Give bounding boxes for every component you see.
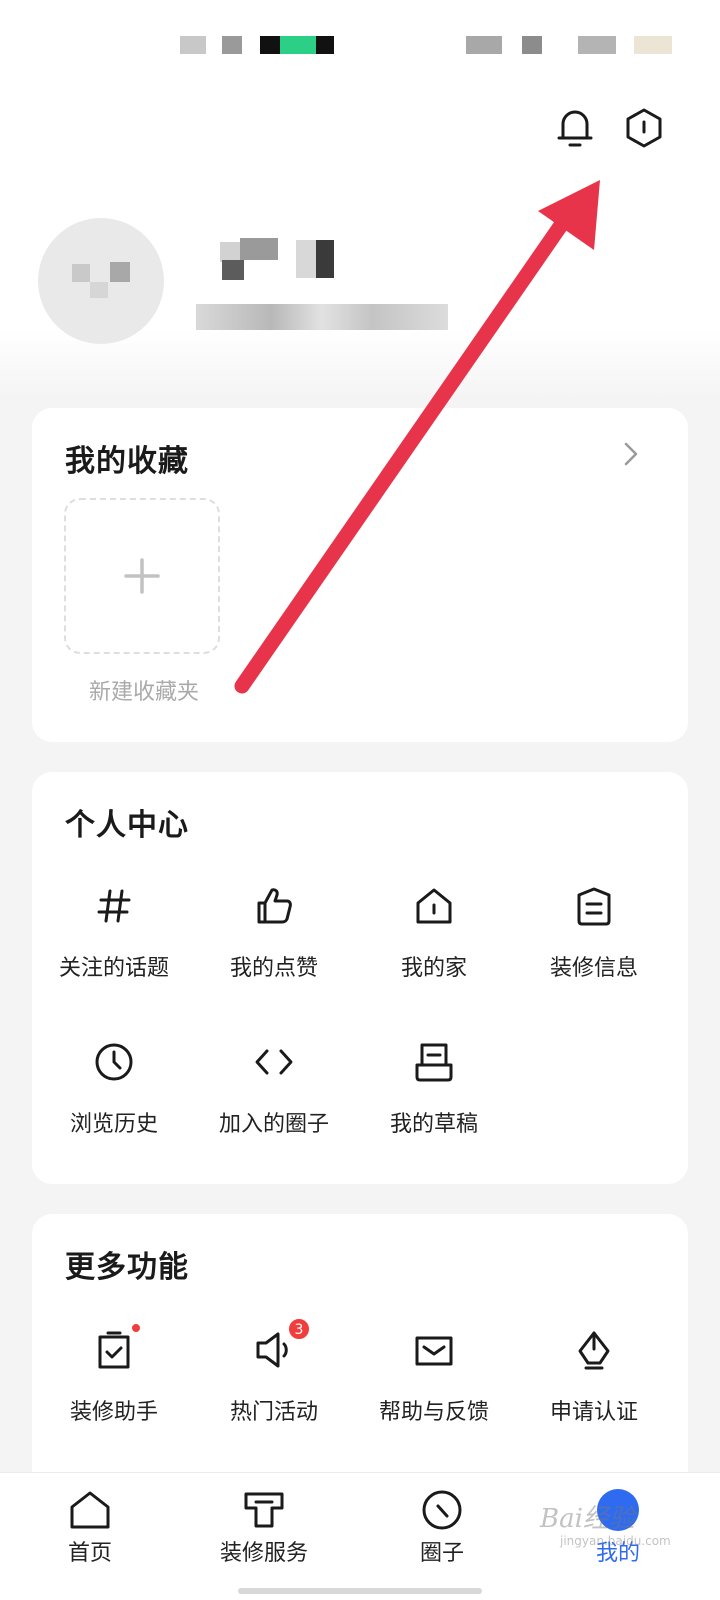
home-tab-icon xyxy=(67,1487,113,1533)
settings-hexagon-icon xyxy=(626,108,662,148)
profile-subtitle-blurred xyxy=(196,298,448,332)
my-drafts-label: 我的草稿 xyxy=(389,1112,478,1137)
watermark-url: jingyan.baidu.com xyxy=(560,1534,671,1548)
watermark-logo: Bai经验 xyxy=(540,1504,635,1534)
events-count-badge: 3 xyxy=(288,1318,310,1340)
tab-circles[interactable]: 圈子 xyxy=(352,1473,532,1600)
hot-events-item[interactable]: 3 热门活动 xyxy=(192,1318,356,1446)
tab-renovation-service-label: 装修服务 xyxy=(219,1541,308,1566)
help-feedback-item[interactable]: 帮助与反馈 xyxy=(352,1326,516,1446)
tab-circles-label: 圈子 xyxy=(419,1541,464,1566)
joined-circles-label: 加入的圈子 xyxy=(218,1112,329,1137)
status-icon-blur xyxy=(634,36,672,54)
followed-topics-label: 关注的话题 xyxy=(58,956,169,981)
bell-icon xyxy=(557,110,593,147)
renovation-assistant-item[interactable]: 装修助手 xyxy=(32,1322,196,1446)
notification-bell-button[interactable] xyxy=(551,104,599,152)
code-icon xyxy=(250,1038,298,1086)
my-drafts-item[interactable]: 我的草稿 xyxy=(352,1038,516,1158)
more-features-title: 更多功能 xyxy=(65,1250,189,1285)
settings-button[interactable] xyxy=(620,104,668,152)
status-icon-blur xyxy=(316,36,334,54)
favorites-card: 我的收藏 新建收藏夹 xyxy=(32,408,688,742)
personal-center-title: 个人中心 xyxy=(65,808,189,843)
status-icon-blur xyxy=(222,36,242,54)
draft-icon xyxy=(410,1038,458,1086)
pen-nib-icon xyxy=(570,1326,618,1374)
apply-certification-label: 申请认证 xyxy=(549,1400,638,1425)
new-folder-label: 新建收藏夹 xyxy=(88,680,199,705)
tab-home-label: 首页 xyxy=(67,1541,112,1566)
more-features-card: 更多功能 装修助手 3 热门活动 帮助与反馈 申请认证 xyxy=(32,1214,688,1504)
tab-home[interactable]: 首页 xyxy=(0,1473,180,1600)
status-time-blur xyxy=(180,36,206,54)
favorites-more-button[interactable] xyxy=(616,438,644,470)
mail-icon xyxy=(410,1326,458,1374)
chevron-right-icon xyxy=(624,442,638,466)
status-bar xyxy=(0,0,720,90)
wifi-icon xyxy=(522,36,542,54)
joined-circles-item[interactable]: 加入的圈子 xyxy=(192,1038,356,1158)
my-home-label: 我的家 xyxy=(400,956,467,981)
circle-tab-icon xyxy=(419,1487,465,1533)
home-indicator xyxy=(238,1588,482,1594)
signal-icon xyxy=(466,36,502,54)
thumbs-up-icon xyxy=(250,882,298,930)
battery-icon xyxy=(578,36,616,54)
plus-icon xyxy=(124,558,160,594)
renovation-info-label: 装修信息 xyxy=(549,956,638,981)
apply-certification-item[interactable]: 申请认证 xyxy=(512,1326,676,1446)
document-icon xyxy=(570,882,618,930)
renovation-assistant-label: 装修助手 xyxy=(69,1400,158,1425)
new-folder-button[interactable] xyxy=(64,498,220,654)
favorites-title: 我的收藏 xyxy=(65,444,189,479)
browse-history-item[interactable]: 浏览历史 xyxy=(32,1038,196,1158)
my-home-item[interactable]: 我的家 xyxy=(352,882,516,1002)
home-icon xyxy=(410,882,458,930)
username-blurred[interactable] xyxy=(200,238,340,282)
tab-renovation-service[interactable]: 装修服务 xyxy=(174,1473,354,1600)
help-feedback-label: 帮助与反馈 xyxy=(378,1400,489,1425)
personal-center-card: 个人中心 关注的话题 我的点赞 我的家 装修信息 浏览历史 加入的圈子 我的草稿 xyxy=(32,772,688,1184)
hot-events-label: 热门活动 xyxy=(229,1400,318,1425)
new-badge-dot xyxy=(130,1322,142,1334)
my-likes-item[interactable]: 我的点赞 xyxy=(192,882,356,1002)
service-tab-icon xyxy=(241,1487,287,1533)
renovation-info-item[interactable]: 装修信息 xyxy=(512,882,676,1002)
followed-topics-item[interactable]: 关注的话题 xyxy=(32,882,196,1002)
clipboard-check-icon xyxy=(90,1326,138,1374)
avatar[interactable] xyxy=(38,218,164,344)
status-icon-blur xyxy=(260,36,280,54)
my-likes-label: 我的点赞 xyxy=(229,956,318,981)
browse-history-label: 浏览历史 xyxy=(69,1112,158,1137)
hashtag-icon xyxy=(90,882,138,930)
clock-icon xyxy=(90,1038,138,1086)
status-icon-blur xyxy=(280,36,316,54)
